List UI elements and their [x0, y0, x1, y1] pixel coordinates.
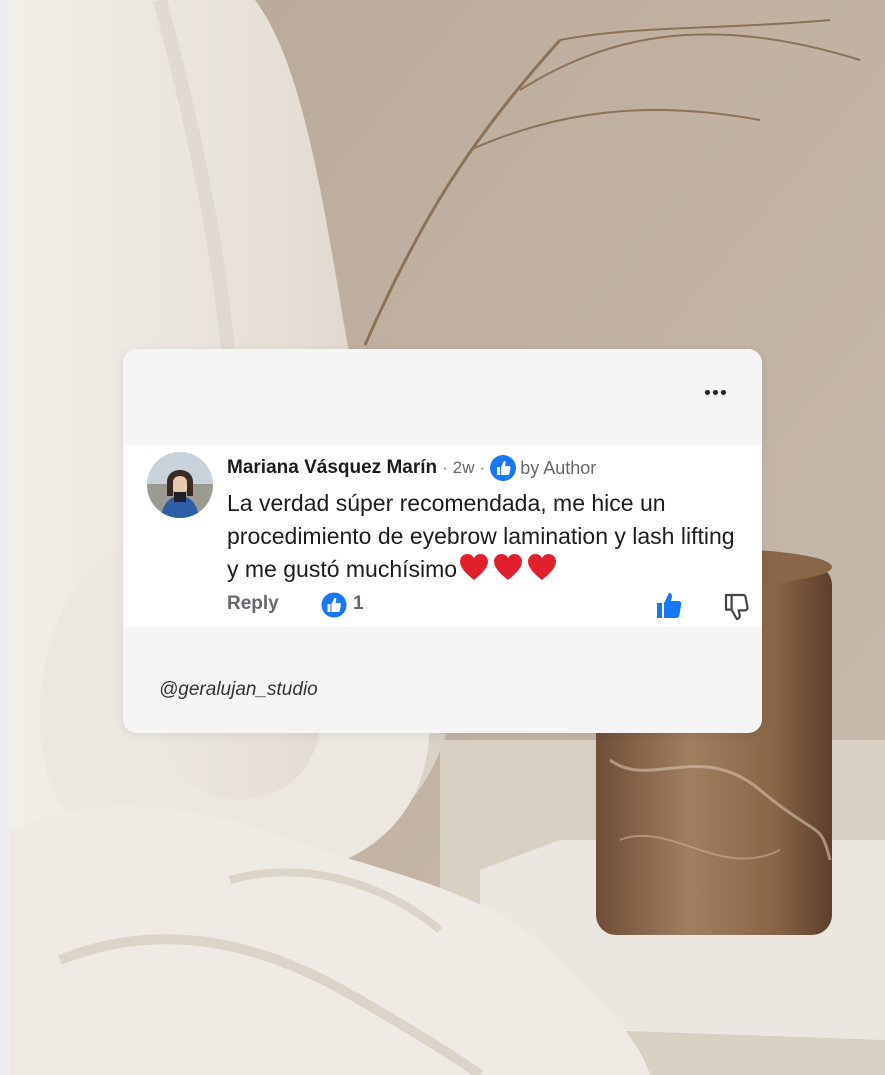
heart-icon: [460, 554, 489, 580]
card-header: [123, 349, 762, 445]
comment-age[interactable]: 2w: [453, 458, 475, 478]
heart-emojis: [459, 553, 557, 581]
comment: Mariana Vásquez Marín · 2w · by Author L…: [123, 445, 762, 627]
studio-handle: @geralujan_studio: [159, 679, 318, 700]
comment-card: Mariana Vásquez Marín · 2w · by Author L…: [123, 349, 762, 733]
separator: ·: [442, 458, 448, 477]
separator: ·: [479, 458, 486, 477]
comment-actions: Reply 1: [227, 591, 749, 621]
comment-body: La verdad súper recomendada, me hice un …: [227, 487, 747, 586]
like-reaction-icon[interactable]: [320, 591, 348, 619]
heart-icon: [494, 554, 523, 580]
author-badge-label: by Author: [520, 457, 597, 478]
reply-button[interactable]: Reply: [227, 593, 279, 615]
thumbs-up-icon[interactable]: [654, 591, 684, 621]
thumbs-down-icon[interactable]: [721, 591, 751, 621]
like-badge-icon: [490, 455, 517, 481]
comment-header: Mariana Vásquez Marín · 2w · by Author: [227, 455, 596, 481]
avatar[interactable]: [147, 452, 213, 518]
more-options-icon[interactable]: [705, 387, 727, 397]
like-count: 1: [353, 593, 364, 614]
card-footer: @geralujan_studio: [123, 627, 762, 733]
author-name[interactable]: Mariana Vásquez Marín: [227, 457, 437, 479]
heart-icon: [528, 554, 557, 580]
